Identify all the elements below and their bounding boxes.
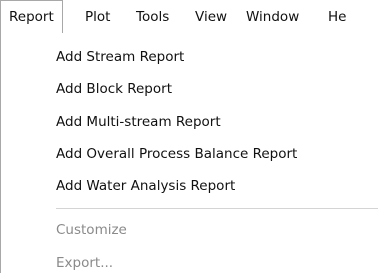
menu-tools[interactable]: Tools	[128, 0, 177, 34]
menu-help[interactable]: He	[320, 0, 354, 34]
menu-item-add-block-report[interactable]: Add Block Report	[56, 75, 172, 103]
menu-separator	[56, 208, 378, 209]
menu-view[interactable]: View	[187, 0, 235, 34]
menu-plot[interactable]: Plot	[77, 0, 118, 34]
menu-item-add-stream-report[interactable]: Add Stream Report	[56, 43, 184, 71]
menu-window[interactable]: Window	[238, 0, 307, 34]
menu-item-add-multi-stream-report[interactable]: Add Multi-stream Report	[56, 108, 221, 136]
menu-item-add-water-analysis-report[interactable]: Add Water Analysis Report	[56, 172, 235, 200]
report-dropdown-menu: Add Stream Report Add Block Report Add M…	[0, 33, 378, 273]
menu-report[interactable]: Report	[0, 0, 63, 34]
menu-item-add-overall-process-balance-report[interactable]: Add Overall Process Balance Report	[56, 140, 297, 168]
menu-item-customize: Customize	[56, 222, 127, 238]
menu-bar: Report Plot Tools View Window He	[0, 0, 378, 34]
